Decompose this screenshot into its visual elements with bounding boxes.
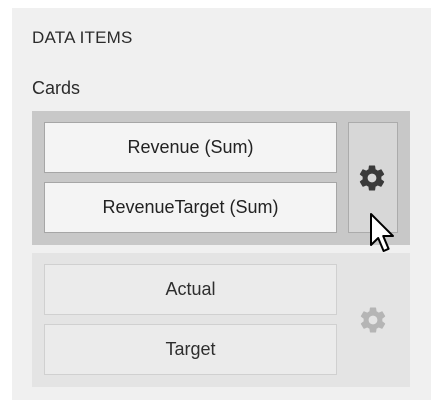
card-group-active: Revenue (Sum) RevenueTarget (Sum)	[32, 111, 410, 245]
mouse-pointer-icon	[370, 213, 394, 252]
data-item-target[interactable]: Target	[44, 324, 337, 375]
card-group-inactive: Actual Target	[32, 253, 410, 387]
group-label-cards: Cards	[32, 78, 81, 98]
card-options-button-inactive[interactable]	[348, 264, 398, 375]
gear-icon	[360, 307, 386, 332]
gear-icon	[359, 165, 385, 190]
data-item-revenuetarget-sum[interactable]: RevenueTarget (Sum)	[44, 182, 337, 233]
section-title: DATA ITEMS	[32, 28, 133, 47]
data-item-actual[interactable]: Actual	[44, 264, 337, 315]
data-item-revenue-sum[interactable]: Revenue (Sum)	[44, 122, 337, 173]
